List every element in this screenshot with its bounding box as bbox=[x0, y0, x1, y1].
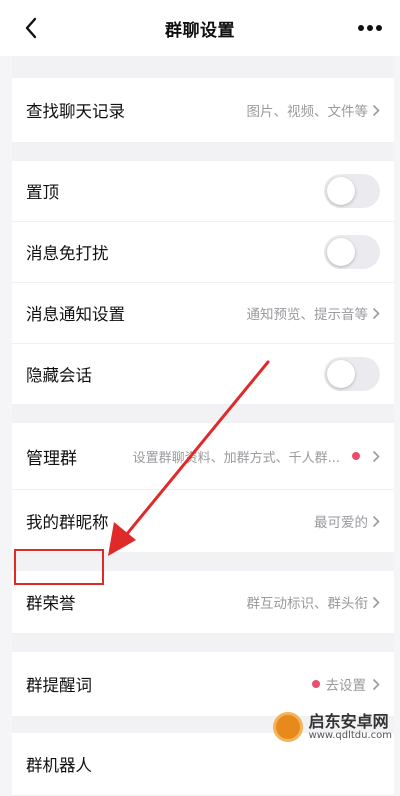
row-group-robot[interactable]: 群机器人 bbox=[12, 733, 394, 796]
watermark-name: 启东安卓网 bbox=[308, 711, 389, 731]
chevron-right-icon bbox=[372, 104, 380, 116]
section-gap bbox=[12, 56, 394, 78]
row-value: 去设置 bbox=[325, 678, 367, 694]
row-do-not-disturb: 消息免打扰 bbox=[12, 222, 394, 283]
notification-dot bbox=[311, 680, 320, 688]
row-detail: 群互动标识、群头衔 bbox=[247, 571, 381, 633]
annotation-highlight-box bbox=[14, 549, 104, 585]
row-label: 群荣誉 bbox=[26, 594, 76, 613]
row-label: 隐藏会话 bbox=[26, 366, 92, 385]
row-group-reminder-words[interactable]: 群提醒词 去设置 bbox=[12, 652, 394, 717]
chevron-right-icon bbox=[372, 307, 380, 319]
row-value: 最可爱的 bbox=[314, 515, 368, 531]
watermark: 启东安卓网 www.qdltdu.com bbox=[272, 712, 392, 742]
row-pin-top: 置顶 bbox=[12, 161, 394, 222]
section-gap bbox=[12, 143, 394, 161]
row-label: 我的群昵称 bbox=[26, 513, 109, 532]
chevron-right-icon bbox=[372, 450, 380, 462]
watermark-url: www.qdltdu.com bbox=[308, 730, 392, 742]
section-gap bbox=[12, 405, 394, 423]
chevron-right-icon bbox=[372, 678, 380, 690]
row-value: 图片、视频、文件等 bbox=[246, 104, 369, 120]
section-gap bbox=[12, 634, 394, 652]
watermark-text: 启东安卓网 www.qdltdu.com bbox=[309, 713, 392, 742]
row-notification-settings[interactable]: 消息通知设置 通知预览、提示音等 bbox=[12, 283, 394, 344]
hide-conversation-toggle[interactable] bbox=[324, 357, 380, 391]
row-my-group-nickname[interactable]: 我的群昵称 最可爱的 bbox=[12, 490, 394, 553]
notification-dot bbox=[352, 452, 360, 460]
chevron-right-icon bbox=[372, 596, 380, 608]
row-label: 管理群 bbox=[26, 448, 77, 469]
more-dots-icon[interactable] bbox=[356, 20, 384, 36]
row-value: 通知预览、提示音等 bbox=[246, 307, 369, 323]
row-detail: 通知预览、提示音等 bbox=[247, 283, 381, 343]
page-title: 群聊设置 bbox=[165, 21, 235, 41]
row-detail: 图片、视频、文件等 bbox=[247, 78, 381, 142]
row-label: 消息通知设置 bbox=[26, 305, 125, 324]
row-search-chat-history[interactable]: 查找聊天记录 图片、视频、文件等 bbox=[12, 78, 394, 143]
row-hide-conversation: 隐藏会话 bbox=[12, 344, 394, 405]
watermark-logo-icon bbox=[272, 712, 303, 742]
toggle-knob bbox=[327, 238, 355, 266]
chevron-right-icon bbox=[372, 515, 380, 527]
do-not-disturb-toggle[interactable] bbox=[324, 235, 380, 269]
top-nav-bar: 群聊设置 bbox=[0, 0, 400, 56]
row-detail: 最可爱的 bbox=[314, 490, 380, 552]
row-label: 置顶 bbox=[26, 183, 59, 202]
row-value: 设置群聊资料、加群方式、千人群... bbox=[132, 450, 340, 466]
row-value: 群互动标识、群头衔 bbox=[246, 596, 369, 612]
row-manage-group[interactable]: 管理群 设置群聊资料、加群方式、千人群... bbox=[12, 423, 394, 490]
row-detail: 去设置 bbox=[311, 652, 381, 716]
pin-top-toggle[interactable] bbox=[324, 174, 380, 208]
row-label: 消息免打扰 bbox=[26, 244, 109, 263]
toggle-knob bbox=[327, 177, 355, 205]
row-label: 群提醒词 bbox=[26, 676, 92, 695]
row-label: 查找聊天记录 bbox=[26, 102, 125, 121]
toggle-knob bbox=[327, 360, 355, 388]
row-detail: 设置群聊资料、加群方式、千人群... bbox=[133, 423, 380, 489]
row-label: 群机器人 bbox=[26, 756, 92, 775]
settings-list: 查找聊天记录 图片、视频、文件等 置顶 消息免打扰 消息通知设置 通知预览、提示… bbox=[12, 56, 394, 796]
